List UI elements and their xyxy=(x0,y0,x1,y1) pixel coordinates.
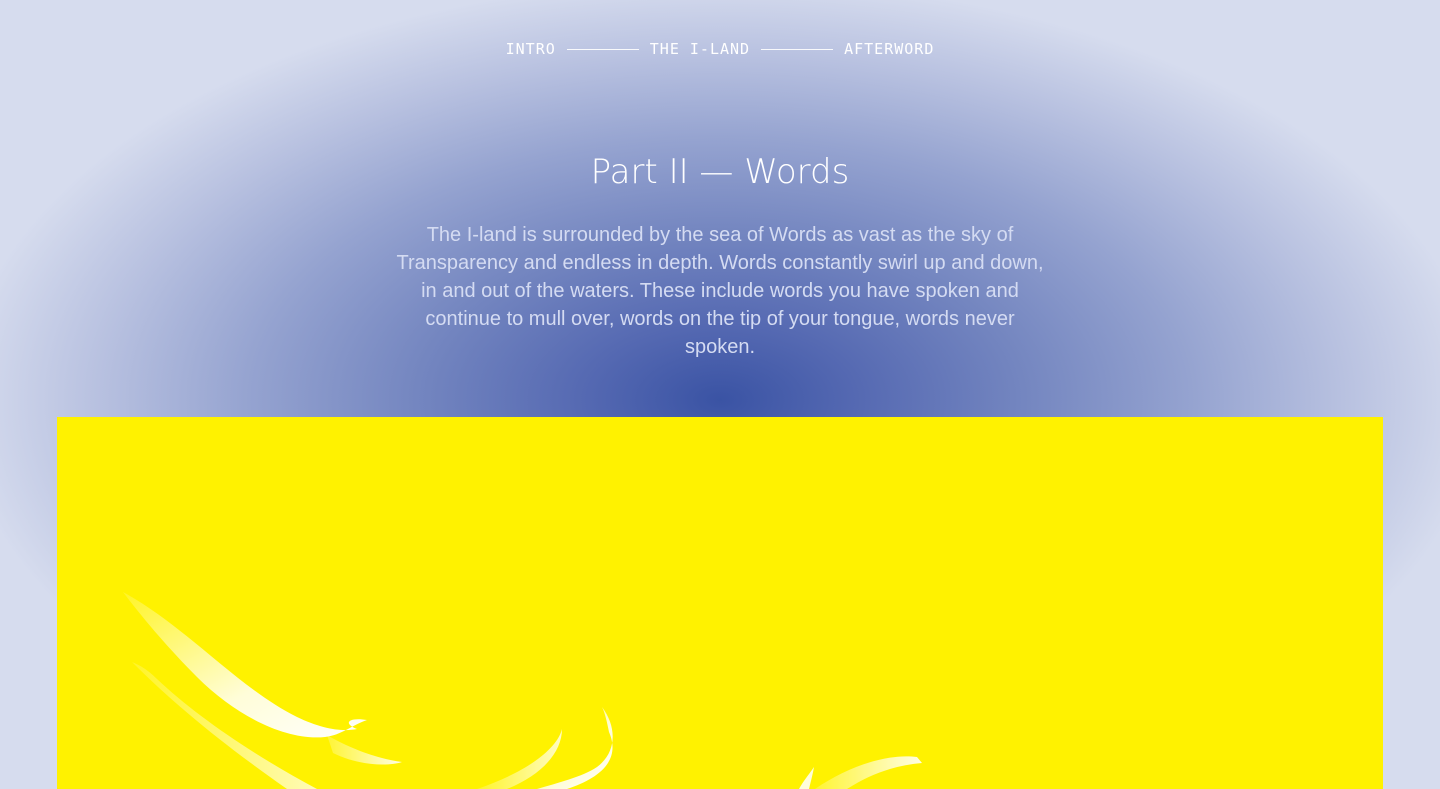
section-intro-text: The I-land is surrounded by the sea of W… xyxy=(396,224,1044,358)
nav-link-intro[interactable]: INTRO xyxy=(506,39,556,59)
swirl-shape xyxy=(327,735,402,765)
wave-swirl-illustration xyxy=(123,592,922,789)
swirl-shape xyxy=(815,756,922,789)
nav-divider xyxy=(566,48,639,50)
section-title: Part II — Words xyxy=(590,152,850,192)
nav-divider xyxy=(761,48,834,50)
top-navigation: INTRO THE I-LAND AFTERWORD xyxy=(0,39,1440,59)
illustration-panel xyxy=(57,417,1383,789)
nav-link-the-i-land[interactable]: THE I-LAND xyxy=(650,39,750,59)
nav-link-afterword[interactable]: AFTERWORD xyxy=(844,39,934,59)
swirl-shape xyxy=(477,729,562,789)
swirl-shape xyxy=(123,592,367,738)
swirl-shape xyxy=(537,707,613,789)
swirl-shape xyxy=(799,767,814,789)
